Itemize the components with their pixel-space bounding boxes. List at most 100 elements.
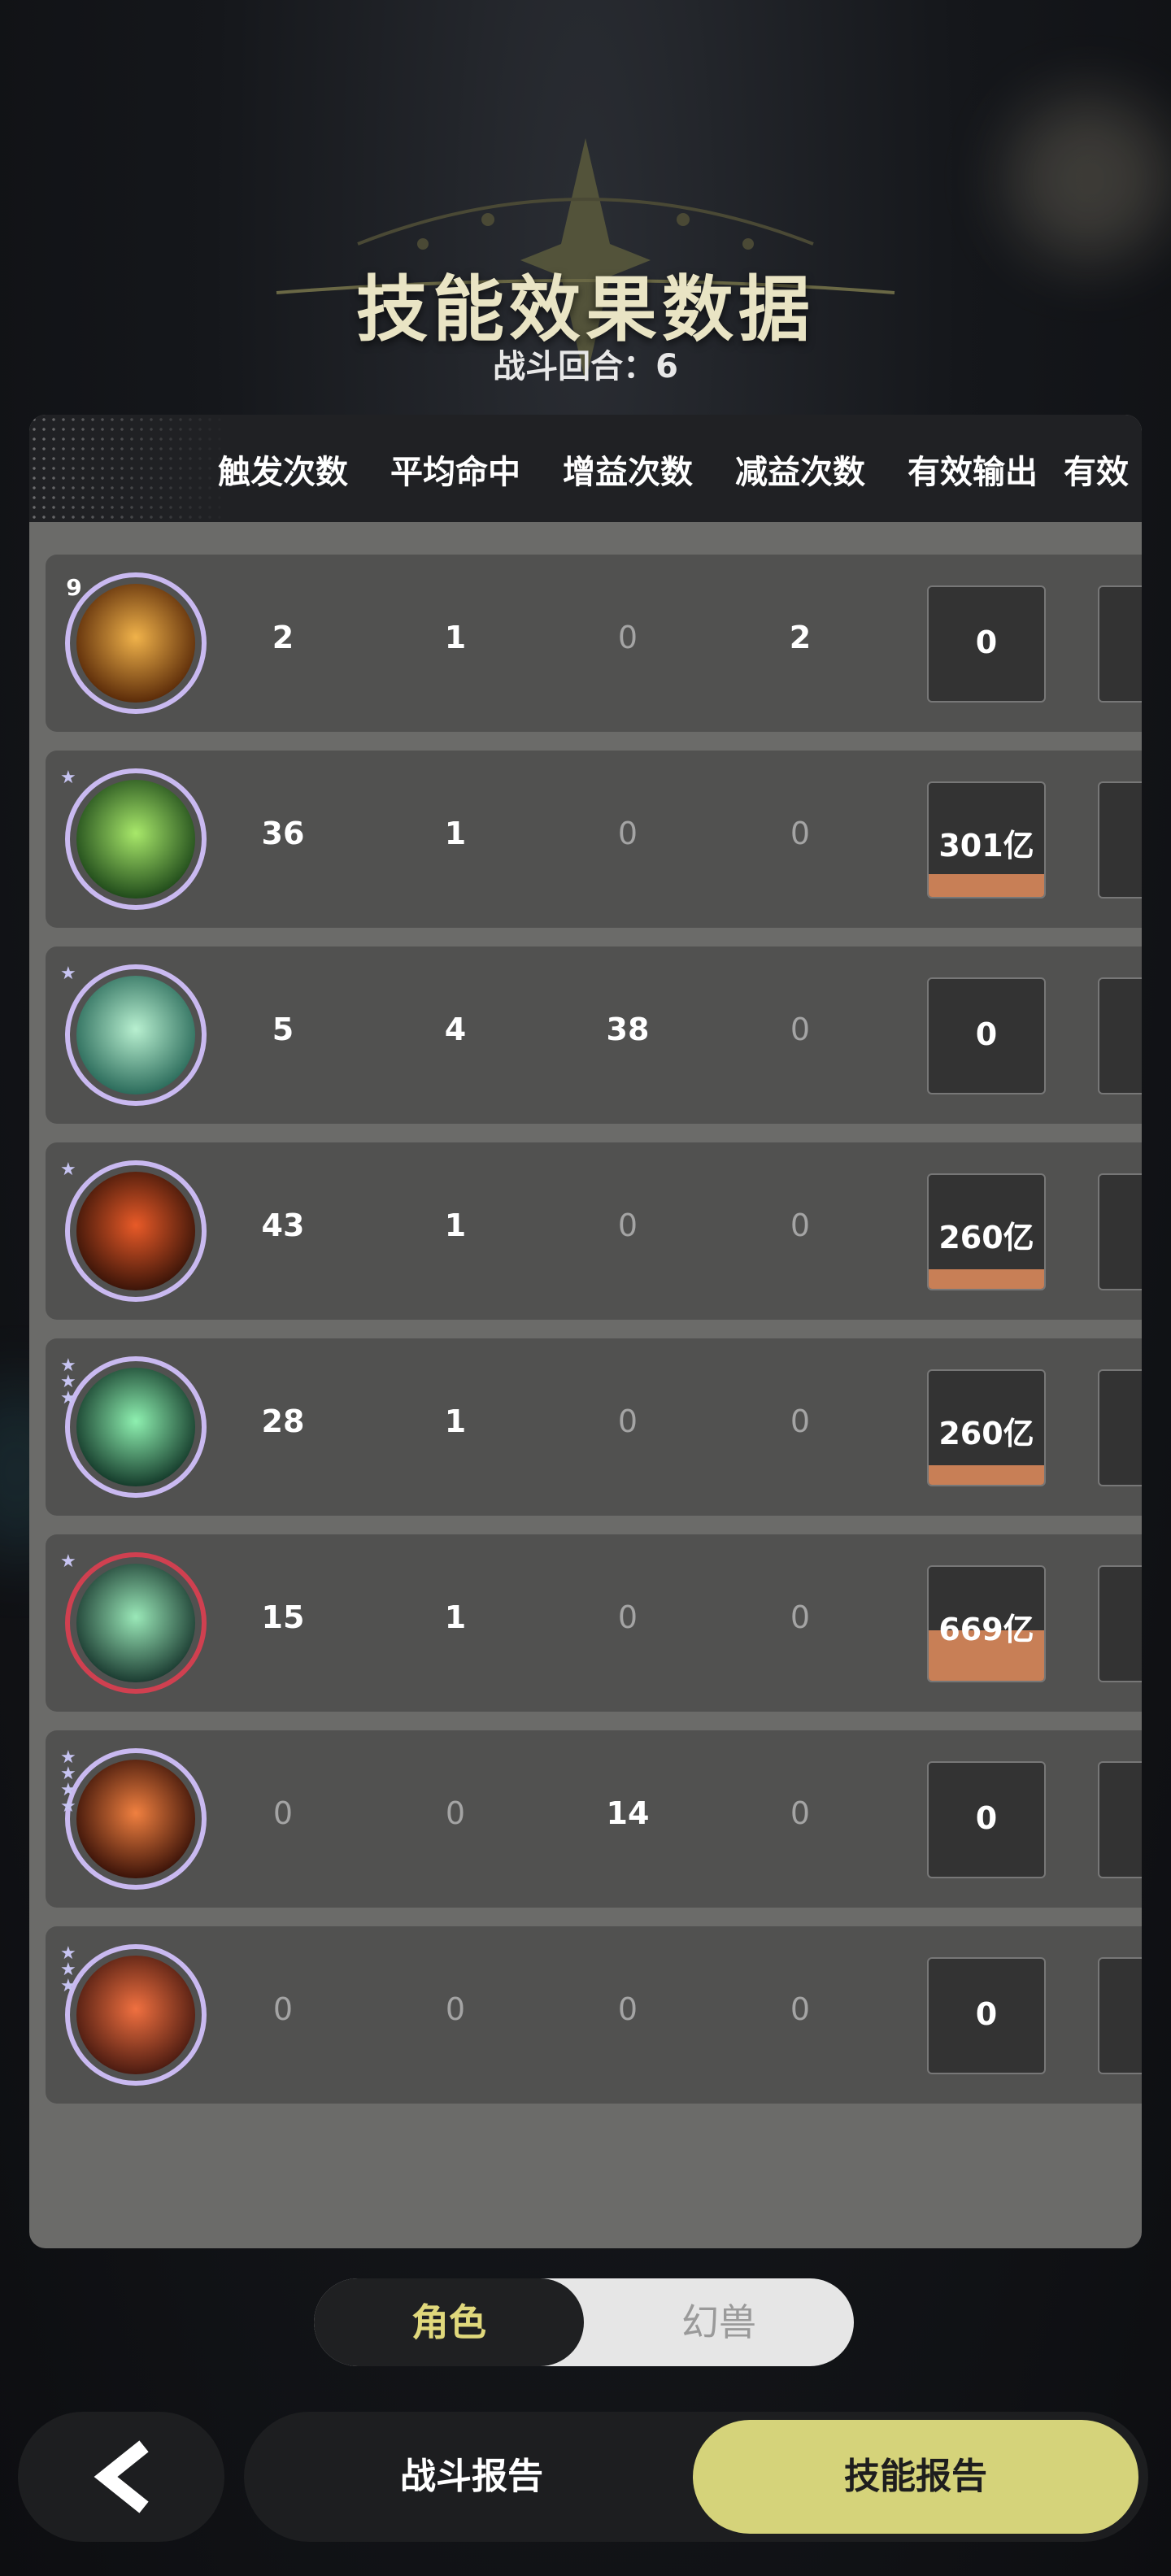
star-rank: ★ ★ ★ [60,1355,76,1408]
cell-buff: 14 [606,1795,650,1831]
output-bar-fill [929,1465,1044,1485]
cell-buff: 0 [617,1991,638,2027]
star-rank: ★ [60,964,76,984]
skill-row[interactable]: ★ 36 1 0 0 301亿 [46,751,1142,928]
star-rank: ★ ★ ★ [60,1943,76,1996]
skill-row[interactable]: ★ ★ ★ ★ 0 0 14 0 0 [46,1730,1142,1908]
skill-row[interactable]: 9 2 1 0 2 0 [46,555,1142,732]
column-header-buff: 增益次数 [563,454,693,491]
star-rank: ★ [60,768,76,788]
cell-output: 0 [975,1016,998,1052]
back-button[interactable] [18,2412,224,2542]
cell-buff: 38 [606,1012,650,1047]
cell-trigger: 15 [261,1599,305,1635]
cell-hit: 1 [444,1403,467,1439]
green-crystal-icon[interactable] [65,1356,207,1498]
skill-row[interactable]: ★ ★ ★ 0 0 0 0 0 [46,1926,1142,2104]
cell-output: 0 [975,1996,998,2032]
cell-debuff: 0 [790,1599,811,1635]
skill-row[interactable]: ★ 15 1 0 0 669亿 [46,1534,1142,1712]
output-box: 0 [927,977,1046,1094]
skill-icon-art [76,1368,195,1486]
skill-icon-art [76,1956,195,2074]
skill-row[interactable]: ★ 5 4 38 0 0 [46,946,1142,1124]
cell-debuff: 0 [790,1991,811,2027]
fire-icon[interactable] [65,1160,207,1302]
output-box-clipped [1098,1565,1142,1682]
back-arrow-icon [94,2440,149,2513]
column-header-effective: 有效 [1064,454,1129,491]
cell-trigger: 36 [261,816,305,851]
cell-buff: 0 [617,620,638,655]
skill-row[interactable]: ★ ★ ★ 28 1 0 0 260亿 [46,1338,1142,1516]
bottom-tabs: 战斗报告 技能报告 [244,2412,1148,2542]
cell-hit: 1 [444,1599,467,1635]
cell-output: 0 [975,624,998,660]
cell-trigger: 2 [272,620,294,655]
column-header-hit: 平均命中 [390,454,520,491]
cell-buff: 0 [617,1599,638,1635]
cell-hit: 1 [444,620,467,655]
toggle-character[interactable]: 角色 [314,2278,584,2366]
skill-icon-art [76,1564,195,1682]
output-box: 0 [927,585,1046,703]
fire-sword-icon[interactable] [65,1748,207,1890]
output-box: 0 [927,1957,1046,2074]
table-header: 触发次数 平均命中 增益次数 减益次数 有效输出 有效 [29,415,1142,522]
cell-output: 260亿 [938,1220,1034,1255]
cell-output: 301亿 [938,828,1034,864]
toggle-beast[interactable]: 幻兽 [584,2278,854,2366]
battle-report-button[interactable]: 战斗报告 [244,2412,699,2542]
teal-arrows-icon[interactable] [65,964,207,1106]
cell-hit: 4 [444,1012,467,1047]
cell-debuff: 0 [790,1795,811,1831]
output-box: 301亿 [927,781,1046,899]
cell-hit: 0 [445,1991,466,2027]
cell-buff: 0 [617,816,638,851]
cell-debuff: 0 [790,816,811,851]
skill-row[interactable]: ★ 43 1 0 0 260亿 [46,1142,1142,1320]
battle-round-label: 战斗回合：6 [493,348,678,385]
output-box-clipped [1098,977,1142,1094]
role-toggle[interactable]: 角色 幻兽 [314,2278,854,2366]
output-box-clipped [1098,1761,1142,1878]
output-bar-fill [929,1269,1044,1289]
output-box-clipped [1098,1173,1142,1290]
skill-icon-art [76,1760,195,1878]
output-box: 0 [927,1761,1046,1878]
cell-trigger: 43 [261,1208,305,1243]
cell-hit: 1 [444,816,467,851]
cell-buff: 0 [617,1403,638,1439]
output-box: 260亿 [927,1369,1046,1486]
column-header-output: 有效输出 [908,454,1038,491]
level-badge: 9 [66,574,82,601]
green-blades-icon[interactable] [65,1552,207,1694]
star-rank: ★ ★ ★ ★ [60,1747,76,1817]
cell-trigger: 28 [261,1403,305,1439]
output-box: 260亿 [927,1173,1046,1290]
output-box-clipped [1098,1957,1142,2074]
cell-hit: 1 [444,1208,467,1243]
cell-debuff: 0 [790,1403,811,1439]
column-header-trigger: 触发次数 [218,454,348,491]
star-rank: ★ [60,1551,76,1572]
skill-report-button[interactable]: 技能报告 [693,2420,1138,2534]
cell-output: 260亿 [938,1416,1034,1451]
skill-data-panel[interactable]: 触发次数 平均命中 增益次数 减益次数 有效输出 有效 9 2 1 0 2 0 ★ 36 1 0 0… [29,415,1142,2248]
output-box-clipped [1098,781,1142,899]
skill-icon-art [76,584,195,703]
output-box-clipped [1098,1369,1142,1486]
output-box: 669亿 [927,1565,1046,1682]
cell-buff: 0 [617,1208,638,1243]
skill-icon-art [76,1172,195,1290]
green-vortex-icon[interactable] [65,768,207,910]
star-rank: ★ [60,1160,76,1180]
fire-spirit-icon[interactable] [65,1944,207,2086]
cell-debuff: 0 [790,1208,811,1243]
cell-trigger: 0 [272,1795,294,1831]
cell-debuff: 2 [789,620,812,655]
cell-output: 669亿 [938,1612,1034,1647]
cell-trigger: 5 [272,1012,294,1047]
page-header: 技能效果数据 战斗回合：6 [0,122,1171,390]
output-box-clipped [1098,585,1142,703]
